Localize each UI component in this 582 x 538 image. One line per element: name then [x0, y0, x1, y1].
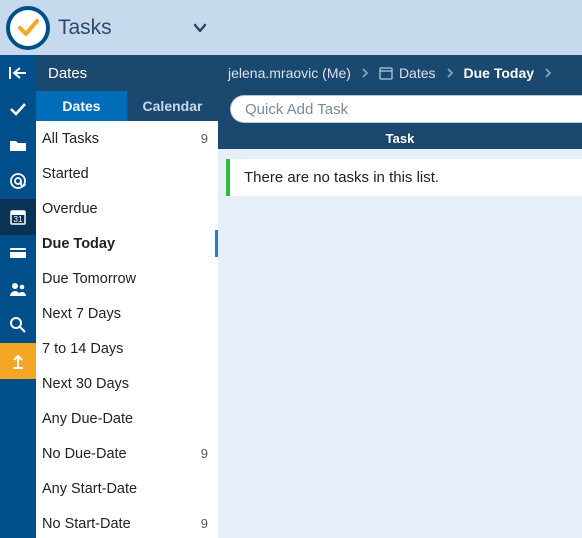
crumb-label: Due Today — [464, 65, 535, 81]
chevron-down-icon — [192, 20, 208, 36]
filter-all-tasks[interactable]: All Tasks9 — [36, 121, 218, 156]
collapse-icon — [9, 66, 27, 80]
crumb-user[interactable]: jelena.mraovic (Me) — [224, 65, 355, 81]
list-item-label: No Due-Date — [42, 446, 201, 462]
filter-7-to-14-days[interactable]: 7 to 14 Days — [36, 331, 218, 366]
calendar-icon — [379, 66, 393, 80]
filter-no-start-date[interactable]: No Start-Date9 — [36, 506, 218, 538]
breadcrumb: jelena.mraovic (Me) Dates Due Today — [218, 55, 582, 91]
app-header: Tasks — [0, 0, 218, 55]
list-item-label: Next 7 Days — [42, 306, 208, 322]
filter-no-due-date[interactable]: No Due-Date9 — [36, 436, 218, 471]
crumb-current[interactable]: Due Today — [460, 65, 539, 81]
rail-upload[interactable] — [0, 343, 36, 379]
task-list-area: There are no tasks in this list. — [218, 149, 582, 538]
app-title: Tasks — [58, 16, 174, 40]
search-icon — [9, 316, 27, 334]
svg-text:31: 31 — [14, 215, 23, 224]
list-item-label: Started — [42, 166, 208, 182]
rail-dates[interactable]: 31 — [0, 199, 36, 235]
list-item-label: All Tasks — [42, 131, 201, 147]
crumb-label: Dates — [399, 65, 436, 81]
rail-people[interactable] — [0, 271, 36, 307]
people-icon — [8, 282, 28, 296]
list-item-label: Any Start-Date — [42, 481, 208, 497]
list-item-count: 9 — [201, 516, 208, 531]
at-icon — [9, 172, 27, 190]
list-item-count: 9 — [201, 131, 208, 146]
list-item-label: Next 30 Days — [42, 376, 208, 392]
quick-add-bar — [218, 91, 582, 127]
rail-contexts[interactable] — [0, 163, 36, 199]
column-header-task[interactable]: Task — [218, 127, 582, 149]
crumb-dates[interactable]: Dates — [375, 65, 440, 81]
list-item-label: Due Tomorrow — [42, 271, 208, 287]
nav-rail: 31 — [0, 55, 36, 538]
calendar-icon: 31 — [9, 208, 27, 226]
card-icon — [9, 247, 27, 259]
list-item-label: 7 to 14 Days — [42, 341, 208, 357]
tab-calendar[interactable]: Calendar — [127, 91, 218, 121]
section-title: Dates — [48, 65, 87, 82]
filter-any-start-date[interactable]: Any Start-Date — [36, 471, 218, 506]
column-header-label: Task — [386, 131, 415, 146]
view-tabs: Dates Calendar — [36, 91, 218, 121]
empty-state-message: There are no tasks in this list. — [226, 159, 582, 196]
section-header: Dates — [36, 55, 218, 91]
empty-state-text: There are no tasks in this list. — [244, 169, 439, 186]
check-icon — [16, 16, 40, 40]
filter-overdue[interactable]: Overdue — [36, 191, 218, 226]
tab-calendar-label: Calendar — [143, 98, 203, 114]
filter-next-7-days[interactable]: Next 7 Days — [36, 296, 218, 331]
list-item-label: No Start-Date — [42, 516, 201, 532]
upload-icon — [11, 353, 25, 369]
date-filter-list: All Tasks9 Started Overdue Due Today Due… — [36, 121, 218, 538]
filter-due-tomorrow[interactable]: Due Tomorrow — [36, 261, 218, 296]
chevron-right-icon — [355, 68, 375, 78]
app-logo — [6, 6, 50, 50]
chevron-right-icon — [440, 68, 460, 78]
filter-started[interactable]: Started — [36, 156, 218, 191]
rail-search[interactable] — [0, 307, 36, 343]
list-item-label: Overdue — [42, 201, 208, 217]
tab-dates-label: Dates — [62, 98, 100, 114]
collapse-button[interactable] — [0, 55, 36, 91]
list-item-label: Due Today — [42, 236, 208, 252]
rail-card[interactable] — [0, 235, 36, 271]
rail-folder[interactable] — [0, 127, 36, 163]
rail-checked[interactable] — [0, 91, 36, 127]
filter-next-30-days[interactable]: Next 30 Days — [36, 366, 218, 401]
quick-add-input[interactable] — [230, 95, 582, 123]
list-item-count: 9 — [201, 446, 208, 461]
list-item-label: Any Due-Date — [42, 411, 208, 427]
tab-dates[interactable]: Dates — [36, 91, 127, 121]
header-dropdown[interactable] — [182, 1, 218, 55]
filter-due-today[interactable]: Due Today — [36, 226, 218, 261]
crumb-label: jelena.mraovic (Me) — [228, 65, 351, 81]
header-extension — [218, 0, 582, 55]
chevron-right-icon — [538, 68, 558, 78]
folder-icon — [9, 138, 27, 152]
check-icon — [9, 102, 27, 116]
filter-any-due-date[interactable]: Any Due-Date — [36, 401, 218, 436]
